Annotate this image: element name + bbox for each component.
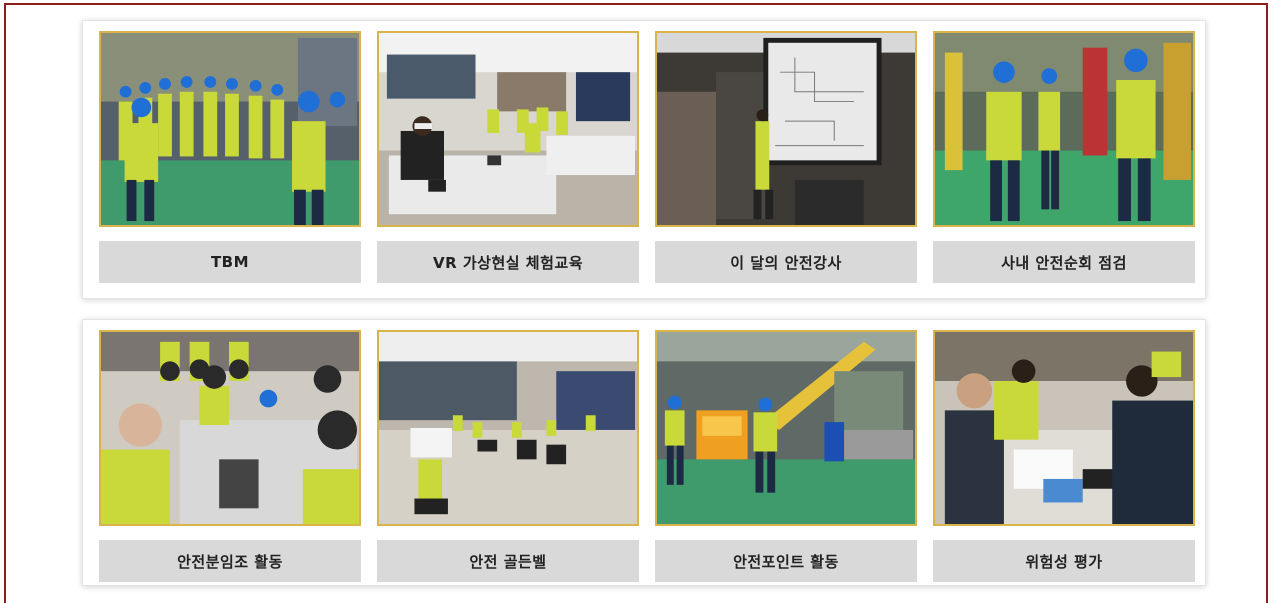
caption-safety-group: 안전분임조 활동 xyxy=(99,540,361,582)
safety-group-photo xyxy=(99,330,361,526)
safety-patrol-photo xyxy=(933,31,1195,227)
safety-lecture-photo xyxy=(655,31,917,227)
caption-safety-lecture: 이 달의 안전강사 xyxy=(655,241,917,283)
caption-safety-golden-bell: 안전 골든벨 xyxy=(377,540,639,582)
risk-assessment-photo xyxy=(933,330,1195,526)
activity-panel-top: TBM VR 가상현실 체험교육 이 달의 안전강사 사내 안전순회 점검 xyxy=(82,20,1206,299)
caption-tbm: TBM xyxy=(99,241,361,283)
vr-training-photo xyxy=(377,31,639,227)
caption-risk-assessment: 위험성 평가 xyxy=(933,540,1195,582)
tbm-meeting-photo xyxy=(99,31,361,227)
safety-point-photo xyxy=(655,330,917,526)
caption-vr-training: VR 가상현실 체험교육 xyxy=(377,241,639,283)
safety-golden-bell-photo xyxy=(377,330,639,526)
caption-safety-patrol: 사내 안전순회 점검 xyxy=(933,241,1195,283)
caption-safety-point: 안전포인트 활동 xyxy=(655,540,917,582)
activity-panel-bottom: 안전분임조 활동 안전 골든벨 안전포인트 활동 위험성 평가 xyxy=(82,319,1206,586)
